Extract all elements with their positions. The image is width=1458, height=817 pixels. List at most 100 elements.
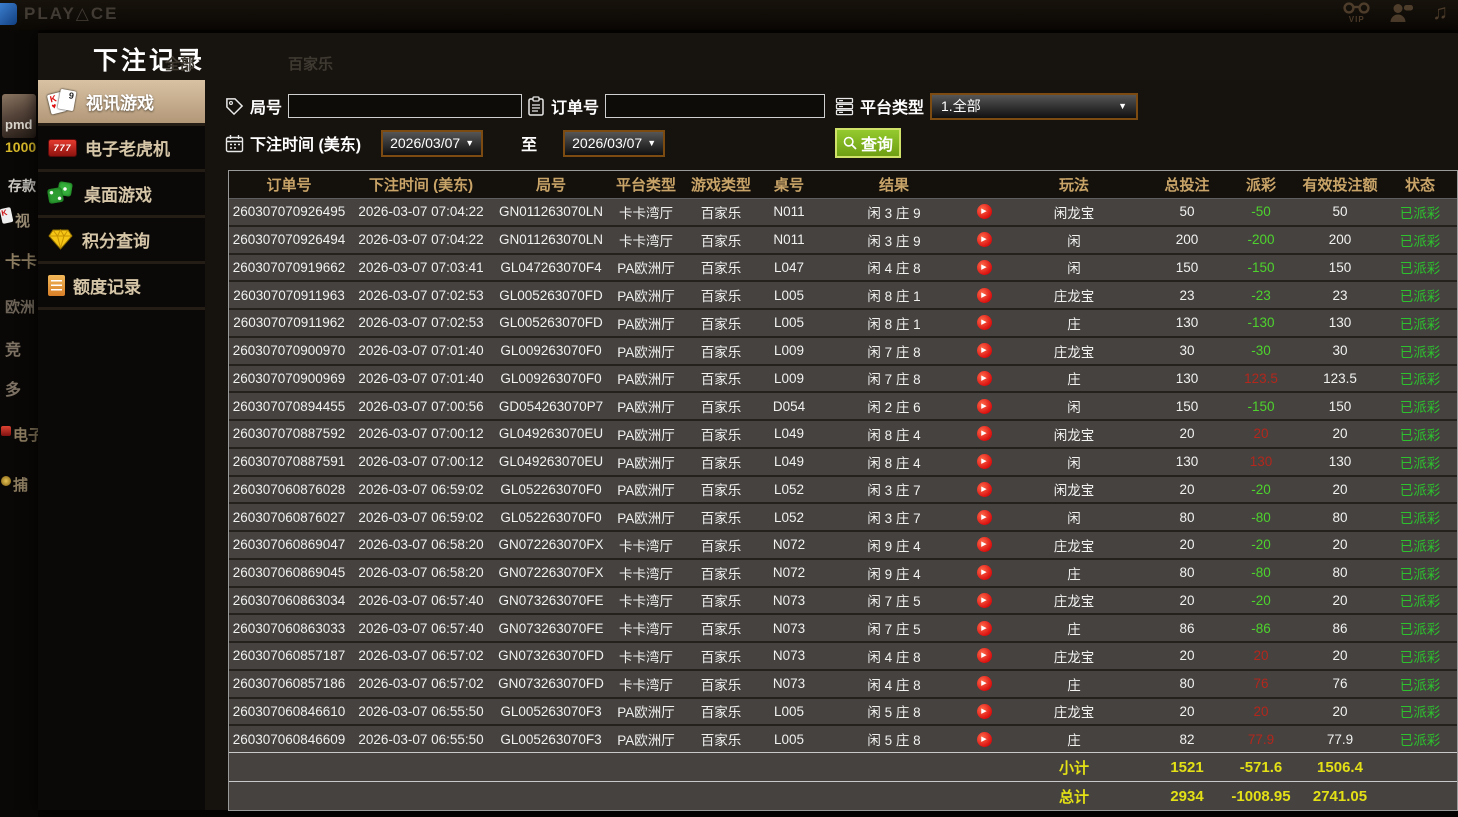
play-result-icon[interactable]: ▶: [976, 509, 992, 525]
sidebar-item-slots[interactable]: 777 电子老虎机: [38, 126, 205, 172]
table-cell: GN011263070LN: [498, 232, 604, 248]
play-result-icon[interactable]: ▶: [976, 676, 992, 692]
col-header: 桌号: [773, 177, 804, 194]
bet-time-label: 下注时间 (美东): [250, 137, 362, 154]
play-result-icon[interactable]: ▶: [976, 731, 992, 747]
play-result-icon[interactable]: ▶: [976, 287, 992, 303]
play-result-icon[interactable]: ▶: [976, 648, 992, 664]
order-input[interactable]: [605, 94, 826, 118]
table-row: 260307060857187 2026-03-07 06:57:02 GN0732…: [229, 641, 1457, 669]
bet-time-filter-group: 下注时间 (美东) 2026/03/07 ▼ 至 2026/03/07 ▼: [225, 129, 666, 157]
platform-select[interactable]: 1.全部 ▼: [930, 92, 1139, 120]
sidebar: K ♥ 9 视讯游戏 777 电子老虎机 桌面游戏 积分查询 额度记录: [38, 80, 217, 810]
sidebar-item-points-query[interactable]: 积分查询: [38, 218, 205, 264]
table-cell: 闲 5 庄 8: [867, 705, 921, 721]
table-cell: 卡卡湾厅: [619, 538, 673, 554]
table-cell: 200: [1328, 232, 1352, 248]
table-cell: PA欧洲厅: [617, 455, 675, 471]
table-cell: PA欧洲厅: [617, 483, 675, 499]
table-cell: 卡卡湾厅: [619, 622, 673, 638]
play-result-icon[interactable]: ▶: [976, 232, 992, 248]
table-cell: 2026-03-07 07:02:53: [358, 315, 484, 331]
play-result-icon[interactable]: ▶: [976, 592, 992, 608]
sidebar-item-credit-records[interactable]: 额度记录: [38, 264, 205, 310]
table-cell: 闲 3 庄 9: [867, 233, 921, 249]
query-button[interactable]: 查询: [835, 128, 901, 158]
background-cards-icon: K: [0, 207, 14, 224]
table-cell: 150: [1328, 398, 1352, 414]
chevron-down-icon: ▼: [465, 138, 475, 148]
play-result-icon[interactable]: ▶: [976, 620, 992, 636]
play-result-icon[interactable]: ▶: [976, 204, 992, 220]
play-result-icon[interactable]: ▶: [976, 315, 992, 331]
table-cell: 20: [1179, 537, 1195, 553]
vip-icon[interactable]: VIP: [1343, 1, 1370, 24]
table-cell: 闲 4 庄 8: [867, 677, 921, 693]
play-result-icon[interactable]: ▶: [976, 370, 992, 386]
table-cell: 23: [1332, 287, 1348, 303]
round-input[interactable]: [288, 94, 523, 118]
table-cell: 2026-03-07 07:00:12: [358, 426, 484, 442]
order-filter-group: 订单号: [527, 92, 826, 120]
table-cell: 百家乐: [700, 483, 742, 499]
table-cell: 20: [1332, 426, 1348, 442]
date-from-select[interactable]: 2026/03/07 ▼: [381, 129, 484, 157]
play-result-icon[interactable]: ▶: [976, 259, 992, 275]
table-cell: -20: [1251, 481, 1271, 497]
order-label: 订单号: [551, 100, 600, 117]
table-cell: 200: [1175, 232, 1199, 248]
background-slots-icon: [1, 426, 11, 436]
table-cell: 闲 8 庄 4: [867, 455, 921, 471]
chevron-down-icon: ▼: [647, 138, 657, 148]
table-cell: 已派彩: [1399, 511, 1441, 527]
search-icon: [843, 136, 857, 150]
table-cell: 庄: [1067, 566, 1081, 582]
table-cell: 庄龙宝: [1053, 538, 1095, 554]
tag-icon: [226, 97, 244, 115]
table-cell: 闲龙宝: [1053, 483, 1095, 499]
play-result-icon[interactable]: ▶: [976, 426, 992, 442]
table-cell: N072: [772, 537, 806, 553]
table-cell: 已派彩: [1399, 344, 1441, 360]
table-cell: 150: [1175, 259, 1199, 275]
table-cell: 2026-03-07 06:58:20: [358, 565, 484, 581]
date-to-select[interactable]: 2026/03/07 ▼: [563, 129, 666, 157]
modal-content: 局号 订单号 平台类型 1.全部 ▼ 下注时间 (美东) 2026/03/07 …: [205, 80, 1458, 811]
play-result-icon[interactable]: ▶: [976, 343, 992, 359]
table-cell: 2026-03-07 07:02:53: [358, 287, 484, 303]
sidebar-item-live-games[interactable]: K ♥ 9 视讯游戏: [38, 80, 217, 126]
background-nav-fragment: 卡卡: [5, 254, 38, 271]
support-icon[interactable]: [1388, 2, 1414, 23]
sidebar-item-label: 桌面游戏: [84, 186, 152, 205]
sidebar-item-table-games[interactable]: 桌面游戏: [38, 172, 205, 218]
platform-filter-group: 平台类型 1.全部 ▼: [835, 92, 1139, 120]
table-cell: 2026-03-07 07:00:12: [358, 454, 484, 470]
table-cell: 30: [1332, 343, 1348, 359]
play-result-icon[interactable]: ▶: [976, 481, 992, 497]
table-cell: 260307060863034: [232, 592, 346, 608]
table-cell: 260307070919662: [232, 259, 346, 275]
table-cell: 闲 7 庄 8: [867, 344, 921, 360]
table-cell: 已派彩: [1399, 483, 1441, 499]
music-icon[interactable]: ♫: [1432, 2, 1448, 23]
table-cell: 260307070887591: [232, 454, 346, 470]
table-cell: 百家乐: [700, 233, 742, 249]
col-header: 有效投注额: [1302, 177, 1378, 194]
play-result-icon[interactable]: ▶: [976, 537, 992, 553]
table-row: 260307060857186 2026-03-07 06:57:02 GN0732…: [229, 668, 1457, 697]
play-result-icon[interactable]: ▶: [976, 565, 992, 581]
table-cell: GN073263070FE: [498, 592, 604, 608]
play-result-icon[interactable]: ▶: [976, 703, 992, 719]
table-row: 260307070911962 2026-03-07 07:02:53 GL0052…: [229, 308, 1457, 336]
table-cell: 2026-03-07 07:01:40: [358, 370, 484, 386]
table-cell: 已派彩: [1399, 372, 1441, 388]
table-cell: 20: [1179, 592, 1195, 608]
table-row: 260307060869047 2026-03-07 06:58:20 GN0722…: [229, 530, 1457, 558]
play-result-icon[interactable]: ▶: [976, 398, 992, 414]
bet-records-table: 订单号 下注时间 (美东) 局号 平台类型 游戏类型 桌号 结果 玩法 总投注 …: [228, 170, 1458, 811]
table-cell: 2026-03-07 06:55:50: [358, 731, 484, 747]
table-cell: 260307060863033: [232, 620, 346, 636]
table-cell: 百家乐: [700, 372, 742, 388]
play-result-icon[interactable]: ▶: [976, 454, 992, 470]
brand-logo[interactable]: PLAY△CE: [0, 3, 118, 25]
